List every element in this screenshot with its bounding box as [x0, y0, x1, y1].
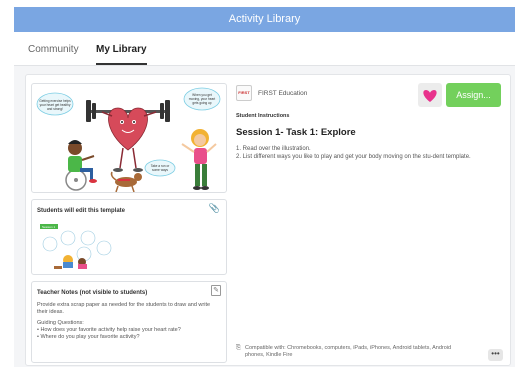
activity-details: FIRST FIRST Education Assign... Student … [236, 83, 506, 361]
compatibility-note: ⎘ Compatible with: Chromebooks, computer… [236, 345, 466, 359]
instruction-step: 2. List different ways you like to play … [236, 154, 471, 160]
barbell-plate-left [86, 100, 91, 122]
dog [115, 177, 137, 187]
instruction-step: 1. Read over the illustration. [236, 146, 311, 152]
svg-text:gets going up: gets going up [192, 101, 211, 105]
paperclip-icon: 📎 [208, 203, 220, 213]
heart-character [108, 107, 148, 151]
template-panel-title: Students will edit this template [37, 208, 126, 214]
window-title: Activity Library [14, 7, 515, 32]
guiding-question: • Where do you play your favorite activi… [37, 334, 140, 340]
note-edit-icon[interactable]: ✎ [211, 285, 221, 296]
publisher-logo: FIRST [236, 85, 252, 101]
compatibility-text: Compatible with: Chromebooks, computers,… [245, 345, 452, 358]
instruction-steps: 1. Read over the illustration. 2. List d… [236, 145, 504, 161]
student-instructions-label: Student Instructions [236, 113, 290, 119]
assign-button[interactable]: Assign... [446, 83, 501, 107]
template-thumbnail: Session 1 [40, 224, 112, 269]
guiding-question: • How does your favorite activity help r… [37, 327, 181, 333]
girl-shirt [194, 148, 207, 164]
more-options-button[interactable]: ••• [488, 349, 503, 361]
thumbnail-badge-text: Session 1 [42, 225, 56, 229]
heart-icon [423, 90, 437, 102]
teacher-notes-panel[interactable]: Teacher Notes (not visible to students) … [31, 281, 227, 363]
publisher-name[interactable]: FIRST Education [258, 90, 307, 97]
devices-icon: ⎘ [236, 345, 241, 351]
activity-card: Getting exercise helps your heart get he… [25, 74, 511, 366]
teacher-notes-body: Provide extra scrap paper as needed for … [37, 302, 219, 341]
favorite-button[interactable] [418, 83, 442, 107]
student-template-panel[interactable]: Students will edit this template 📎 Sessi… [31, 199, 227, 275]
activity-title: Session 1- Task 1: Explore [236, 127, 356, 138]
tab-community[interactable]: Community [28, 44, 79, 63]
svg-text:and strong!: and strong! [47, 107, 63, 111]
boy-shirt [68, 156, 82, 172]
illustration-graphic: Getting exercise helps your heart get he… [36, 87, 221, 192]
teacher-notes-title: Teacher Notes (not visible to students) [37, 290, 148, 296]
activity-illustration[interactable]: Getting exercise helps your heart get he… [31, 83, 227, 193]
barbell-plate-right [160, 103, 164, 119]
guiding-questions-label: Guiding Questions: [37, 320, 84, 326]
teacher-notes-intro: Provide extra scrap paper as needed for … [37, 302, 211, 315]
svg-text:some ways: some ways [152, 168, 168, 172]
activity-library-window: Activity Library Community My Library Ge… [14, 7, 515, 367]
tab-my-library[interactable]: My Library [96, 44, 147, 65]
tab-bar: Community My Library [14, 32, 515, 66]
girl-head [194, 134, 206, 146]
